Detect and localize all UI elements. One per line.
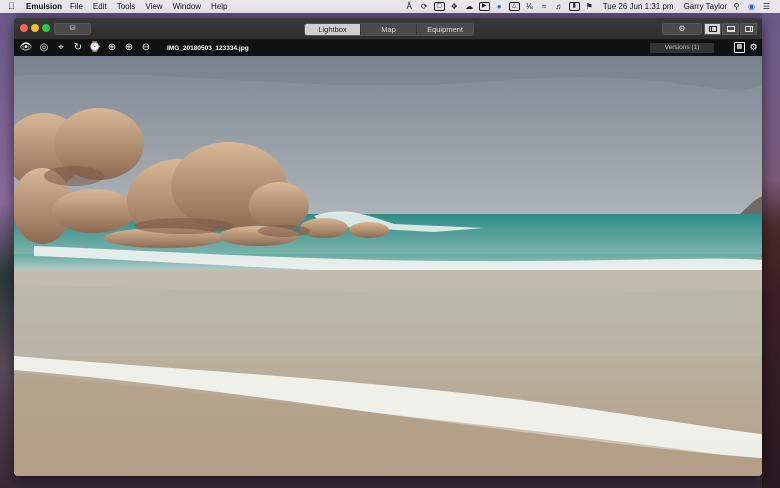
status-area: Å ⟳ ▢ ❖ ☁ ▶ ● △ ⅛ ≈ ♬ ▮ ⚑ Tue 26 Jun 1:3… [400, 0, 772, 13]
zoom-fit-icon[interactable]: ⊕ [105, 41, 119, 55]
dropbox-status-icon[interactable]: ❖ [449, 2, 460, 11]
settings-button[interactable]: ⚙ [662, 23, 702, 35]
menu-help[interactable]: Help [211, 0, 227, 13]
battery-icon[interactable]: ▮ [568, 2, 580, 11]
versions-button[interactable]: Versions (1) [650, 43, 714, 53]
bottom-panel-icon [727, 26, 735, 32]
airplay-status-icon[interactable]: △ [508, 2, 520, 11]
target-icon[interactable]: ◎ [37, 41, 51, 55]
tab-lightbox[interactable]: Lightbox [305, 24, 361, 35]
file-name: IMG_20180503_123334.jpg [167, 44, 249, 52]
screenshot-status-icon[interactable]: ▢ [433, 2, 445, 11]
siri-icon[interactable]: ◉ [746, 2, 757, 11]
menu-view[interactable]: View [145, 0, 162, 13]
bluetooth-status-icon[interactable]: Å [404, 2, 415, 11]
photo-viewer[interactable] [14, 56, 762, 476]
zoom-out-icon[interactable]: ⊖ [139, 41, 153, 55]
menu-edit[interactable]: Edit [93, 0, 107, 13]
menu-bar:  Emulsion File Edit Tools View Window H… [0, 0, 780, 13]
skype-status-icon[interactable]: ● [494, 2, 505, 11]
menu-window[interactable]: Window [173, 0, 201, 13]
window-close-button[interactable] [20, 24, 28, 32]
rotate-icon[interactable]: ↻ [71, 41, 85, 55]
right-panel-icon [745, 26, 753, 32]
clock[interactable]: Tue 26 Jun 1:31 pm [603, 0, 674, 13]
menu-tools[interactable]: Tools [117, 0, 136, 13]
editor-toolbar: 👁 ◎ ⌖ ↻ ⌚ ⊕ ⊕ ⊖ IMG_20180503_123334.jpg … [14, 40, 762, 56]
histogram-icon[interactable]: ▩ [734, 42, 745, 53]
toggle-right-panel-button[interactable] [740, 23, 757, 35]
left-panel-icon [709, 26, 717, 32]
window-minimize-button[interactable] [31, 24, 39, 32]
wifi-icon[interactable]: ≈ [539, 2, 550, 11]
apple-menu-icon[interactable]:  [8, 0, 20, 13]
flag-icon[interactable]: ⚑ [584, 2, 595, 11]
zoom-in-icon[interactable]: ⊕ [122, 41, 136, 55]
app-window: ⛁ Lightbox Map Equipment ⚙ 👁 ◎ ⌖ ↻ ⌚ ⊕ ⊕… [14, 18, 762, 476]
sync-status-icon[interactable]: ⟳ [419, 2, 430, 11]
user-menu[interactable]: Garry Taylor [684, 0, 727, 13]
window-zoom-button[interactable] [42, 24, 50, 32]
eye-icon[interactable]: 👁 [18, 41, 34, 55]
toggle-bottom-panel-button[interactable] [722, 23, 739, 35]
bluetooth-icon[interactable]: ⅛ [524, 2, 535, 11]
tab-equipment[interactable]: Equipment [417, 24, 473, 35]
tab-map[interactable]: Map [361, 24, 417, 35]
app-status-icon[interactable]: ▶ [478, 2, 490, 11]
import-icon: ⛁ [69, 25, 76, 32]
gear-icon: ⚙ [678, 24, 686, 33]
toggle-left-panel-button[interactable] [704, 23, 721, 35]
app-menu[interactable]: Emulsion [26, 0, 62, 13]
cloud-status-icon[interactable]: ☁ [464, 2, 475, 11]
spotlight-icon[interactable]: ⚲ [731, 2, 742, 11]
gear-icon[interactable]: ⚙ [748, 42, 759, 53]
view-mode-tabs: Lightbox Map Equipment [304, 23, 474, 36]
desktop-background-right [762, 13, 780, 488]
notification-center-icon[interactable]: ☰ [761, 2, 772, 11]
import-button[interactable]: ⛁ [54, 23, 91, 35]
window-titlebar[interactable]: ⛁ Lightbox Map Equipment ⚙ [14, 18, 762, 40]
photo-image [14, 56, 762, 476]
crop-icon[interactable]: ⌖ [54, 41, 68, 55]
layout-toggle-group [704, 23, 758, 35]
volume-icon[interactable]: ♬ [554, 2, 565, 11]
menu-file[interactable]: File [70, 0, 83, 13]
straighten-icon[interactable]: ⌚ [88, 41, 102, 55]
